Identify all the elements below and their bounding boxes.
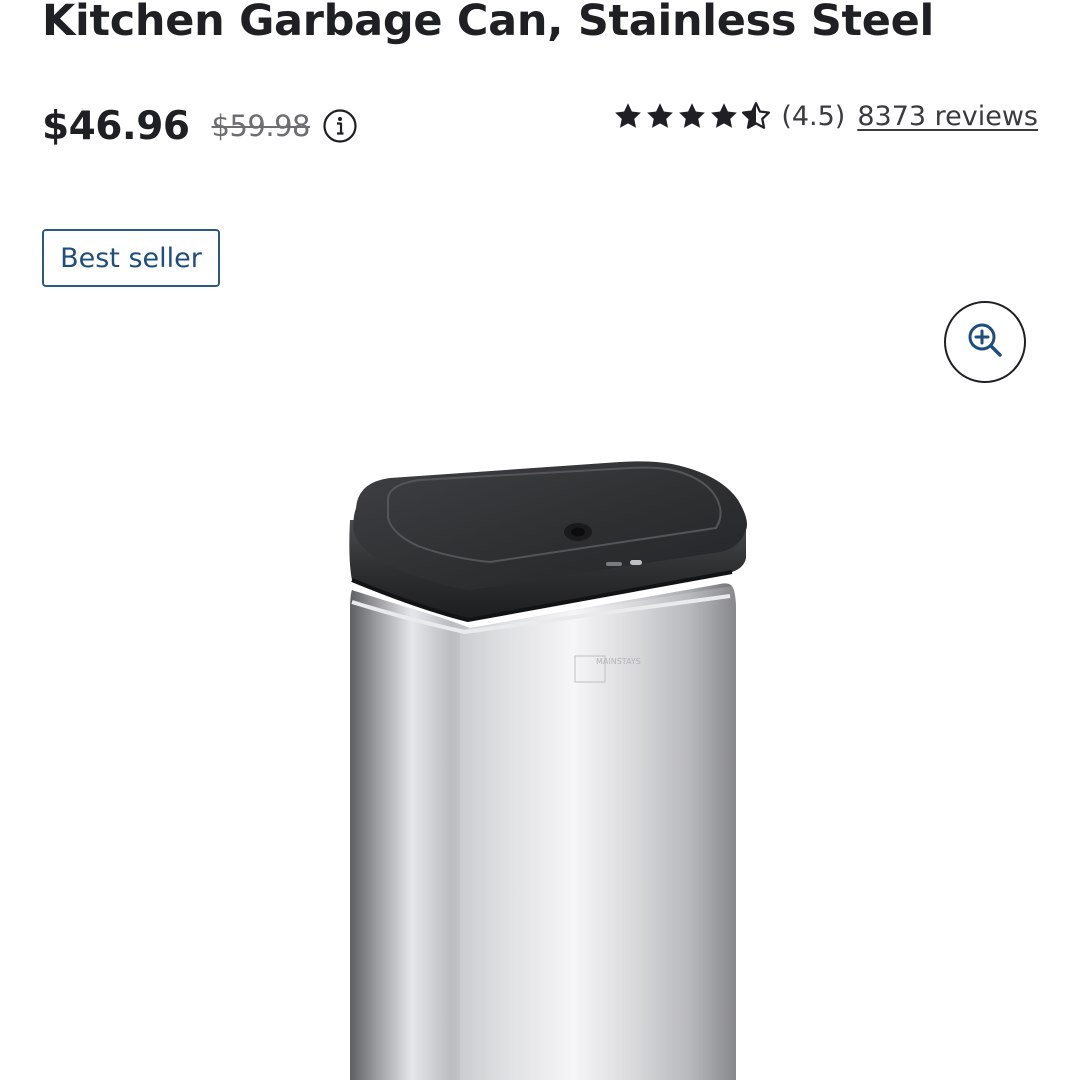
star-full-icon — [709, 101, 739, 131]
brand-logo-text: MAINSTAYS — [596, 657, 641, 666]
star-full-icon — [677, 101, 707, 131]
zoom-button[interactable] — [944, 301, 1026, 383]
product-title: Kitchen Garbage Can, Stainless Steel — [42, 0, 934, 46]
was-price: $59.98 — [211, 109, 311, 143]
star-rating — [613, 101, 771, 131]
info-icon[interactable] — [322, 108, 358, 144]
rating-summary[interactable]: (4.5) 8373 reviews — [613, 96, 1038, 136]
current-price: $46.96 — [42, 103, 190, 149]
reviews-link[interactable]: 8373 reviews — [857, 101, 1038, 132]
product-image[interactable]: MAINSTAYS — [300, 420, 820, 1080]
price-row: $46.96 $59.98 — [42, 98, 358, 154]
zoom-in-icon — [963, 318, 1007, 366]
best-seller-badge: Best seller — [42, 229, 220, 287]
star-half-icon — [741, 101, 771, 131]
star-full-icon — [645, 101, 675, 131]
rating-value: (4.5) — [781, 100, 846, 132]
star-full-icon — [613, 101, 643, 131]
